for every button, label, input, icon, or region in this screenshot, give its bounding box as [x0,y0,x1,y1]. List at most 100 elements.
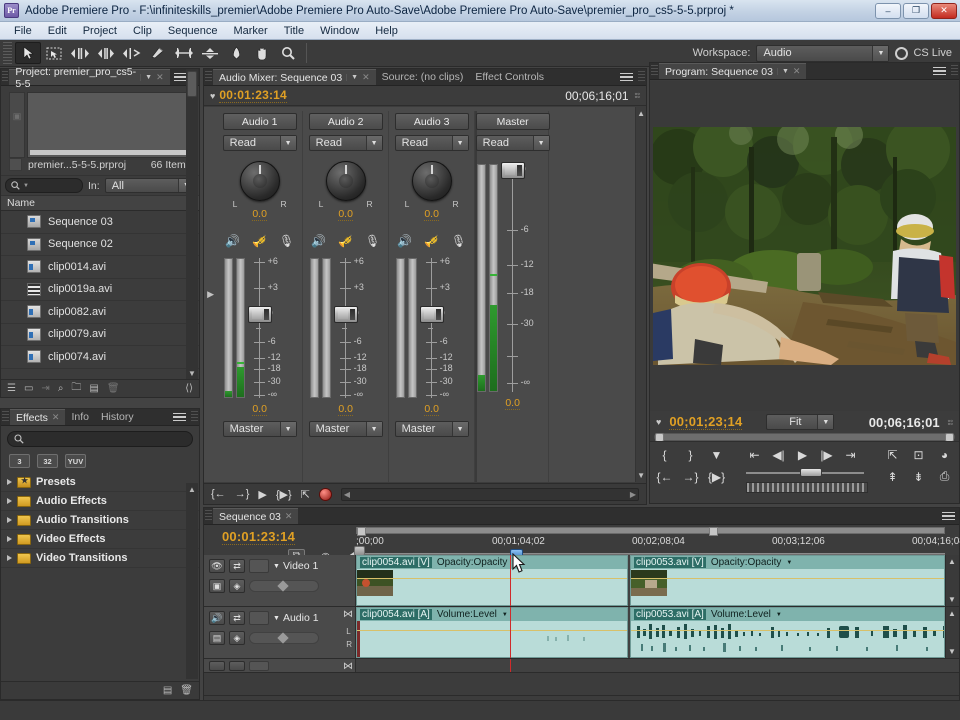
automation-mode-audio2[interactable]: Read ▼ [309,135,383,151]
pan-knob-audio2[interactable]: LR [319,161,373,207]
list-item[interactable]: clip0014.avi [1,256,199,279]
minimize-button[interactable]: – [875,3,901,19]
chevron-right-icon[interactable] [7,479,12,485]
show-keyframes-icon[interactable]: ◈ [229,631,245,645]
scroll-up-arrow-icon[interactable]: ▲ [186,483,198,495]
go-to-out-button[interactable]: →} [682,468,699,485]
toggle-track-output-icon[interactable]: 👁 [209,559,225,573]
clip-video-1[interactable]: clip0054.avi [V] Opacity:Opacity ▼ [356,555,628,606]
slip-tool-icon[interactable] [171,42,197,64]
pan-value-audio1[interactable]: 0.0 [252,208,267,221]
chevron-right-icon[interactable] [7,536,12,542]
step-back-button[interactable]: ◀| [770,446,787,463]
panel-grip[interactable] [205,71,212,83]
close-icon[interactable]: ✕ [362,72,370,83]
set-in-point-button[interactable]: { [656,446,673,463]
yuv-effects-badge[interactable]: YUV [65,454,86,468]
clip-video-2[interactable]: clip0053.avi [V] Opacity:Opacity ▼ [630,555,945,606]
lift-button[interactable]: ⇞ [884,468,901,485]
chevron-down-icon[interactable]: ▼ [346,74,358,81]
clip-effect-label[interactable]: Opacity:Opacity [711,557,782,568]
timeline-playhead-time[interactable]: 00:01:23:14 [222,529,295,545]
output-assign-audio2[interactable]: Master ▼ [309,421,383,437]
chevron-right-icon[interactable] [7,498,12,504]
razor-tool-icon[interactable] [145,42,171,64]
menu-marker[interactable]: Marker [225,24,275,38]
mute-icon[interactable]: 🔊 [226,234,240,248]
play-in-to-out-button[interactable]: {▶} [276,488,292,501]
ripple-edit-tool-icon[interactable] [67,42,93,64]
panel-grip[interactable] [205,510,212,522]
go-to-in-point-button[interactable]: {← [211,488,226,500]
tab-project[interactable]: Project: premier_pro_cs5-5-5 ▼ ✕ [9,69,169,85]
audio-track-scroll[interactable]: ▲ ▼ [945,607,959,658]
clip-rubber-band[interactable] [631,578,944,579]
chevron-right-icon[interactable] [7,517,12,523]
go-to-out-point-button[interactable]: →} [235,488,250,500]
project-vertical-scrollbar[interactable]: ▼ [186,69,198,379]
record-button[interactable] [319,488,332,501]
effects-category-video-transitions[interactable]: Video Transitions [1,549,199,568]
tab-source[interactable]: Source: (no clips) [376,69,470,85]
clip-rubber-band[interactable] [357,630,627,631]
new-item-icon[interactable]: ▤ [89,383,98,394]
mixer-expand-effects-icon[interactable]: ▶ [204,107,217,482]
pan-value-audio3[interactable]: 0.0 [424,208,439,221]
menu-sequence[interactable]: Sequence [160,24,226,38]
clip-effect-label[interactable]: Opacity:Opacity [437,557,508,568]
workspace-dropdown[interactable]: Audio ▼ [756,45,889,62]
fader-handle-master[interactable] [501,162,525,179]
project-column-header[interactable]: Name [1,196,199,211]
toggle-track-mute-icon[interactable]: 🔊 [209,611,225,625]
panel-grip-right[interactable] [191,411,198,423]
zoom-level-dropdown[interactable]: Fit ▼ [766,414,834,430]
go-to-next-marker-button[interactable]: ⇥ [842,446,859,463]
output-button[interactable]: ◕ [936,446,953,463]
record-arm-icon[interactable]: 🎙 [452,234,466,248]
collapse-track-icon[interactable]: ⋈ [343,609,353,620]
clip-audio-1[interactable]: clip0054.avi [A] Volume:Level ▼ [356,607,628,658]
new-custom-bin-icon[interactable]: ▤ [163,685,172,696]
safe-margins-button[interactable]: ⊡ [910,446,927,463]
list-item[interactable]: clip0079.avi [1,324,199,347]
panel-menu-button[interactable] [616,69,637,85]
automation-mode-audio3[interactable]: Read ▼ [395,135,469,151]
output-assign-audio3[interactable]: Master ▼ [395,421,469,437]
export-frame-button[interactable]: ⇱ [884,446,901,463]
track-name-master[interactable]: Master [476,113,550,130]
mixer-horizontal-scrollbar[interactable]: ◀▶ [341,488,639,501]
toggle-track-lock-icon[interactable] [249,611,269,625]
play-button[interactable]: ▶ [258,488,266,501]
delete-icon[interactable]: 🗑 [107,383,120,394]
rate-stretch-tool-icon[interactable] [119,42,145,64]
pan-knob-audio3[interactable]: LR [405,161,459,207]
set-out-point-button[interactable]: } [682,446,699,463]
panel-grip-right[interactable] [638,71,645,83]
selection-tool-icon[interactable] [15,42,41,64]
new-bin-icon[interactable]: 🗀 [71,380,81,397]
program-video-area[interactable] [650,81,959,411]
extract-button[interactable]: ⇟ [910,468,927,485]
close-icon[interactable]: ✕ [52,412,60,423]
keyframe-nav-slider[interactable] [249,580,319,592]
track-lane-video1[interactable]: clip0054.avi [V] Opacity:Opacity ▼ clip0… [356,555,945,606]
tab-sequence-03[interactable]: Sequence 03 ✕ [213,508,298,524]
scroll-down-arrow-icon[interactable]: ▼ [186,367,198,379]
pen-tool-icon[interactable] [223,42,249,64]
maximize-button[interactable]: ❐ [903,3,929,19]
panel-grip[interactable] [651,65,658,77]
chevron-down-icon[interactable]: ▼ [140,74,152,81]
fader-scale-audio2[interactable]: +6 +3 0 -6 -12 -18 -30 -∞ [336,258,382,398]
work-area-left-handle[interactable] [357,527,366,536]
shuttle-control[interactable] [746,482,868,493]
list-item[interactable]: clip0082.avi [1,301,199,324]
effects-category-audio-transitions[interactable]: Audio Transitions [1,511,199,530]
effects-category-video-effects[interactable]: Video Effects [1,530,199,549]
fader-handle-audio2[interactable] [334,306,358,323]
automation-mode-master[interactable]: Read ▼ [476,135,550,151]
record-arm-icon[interactable]: 🎙 [280,234,294,248]
panel-menu-button[interactable] [938,508,959,524]
cs-live-button[interactable]: CS Live [895,47,952,60]
tab-info[interactable]: Info [65,409,95,425]
resize-grip-icon[interactable]: ⦂⦂ [635,90,640,101]
